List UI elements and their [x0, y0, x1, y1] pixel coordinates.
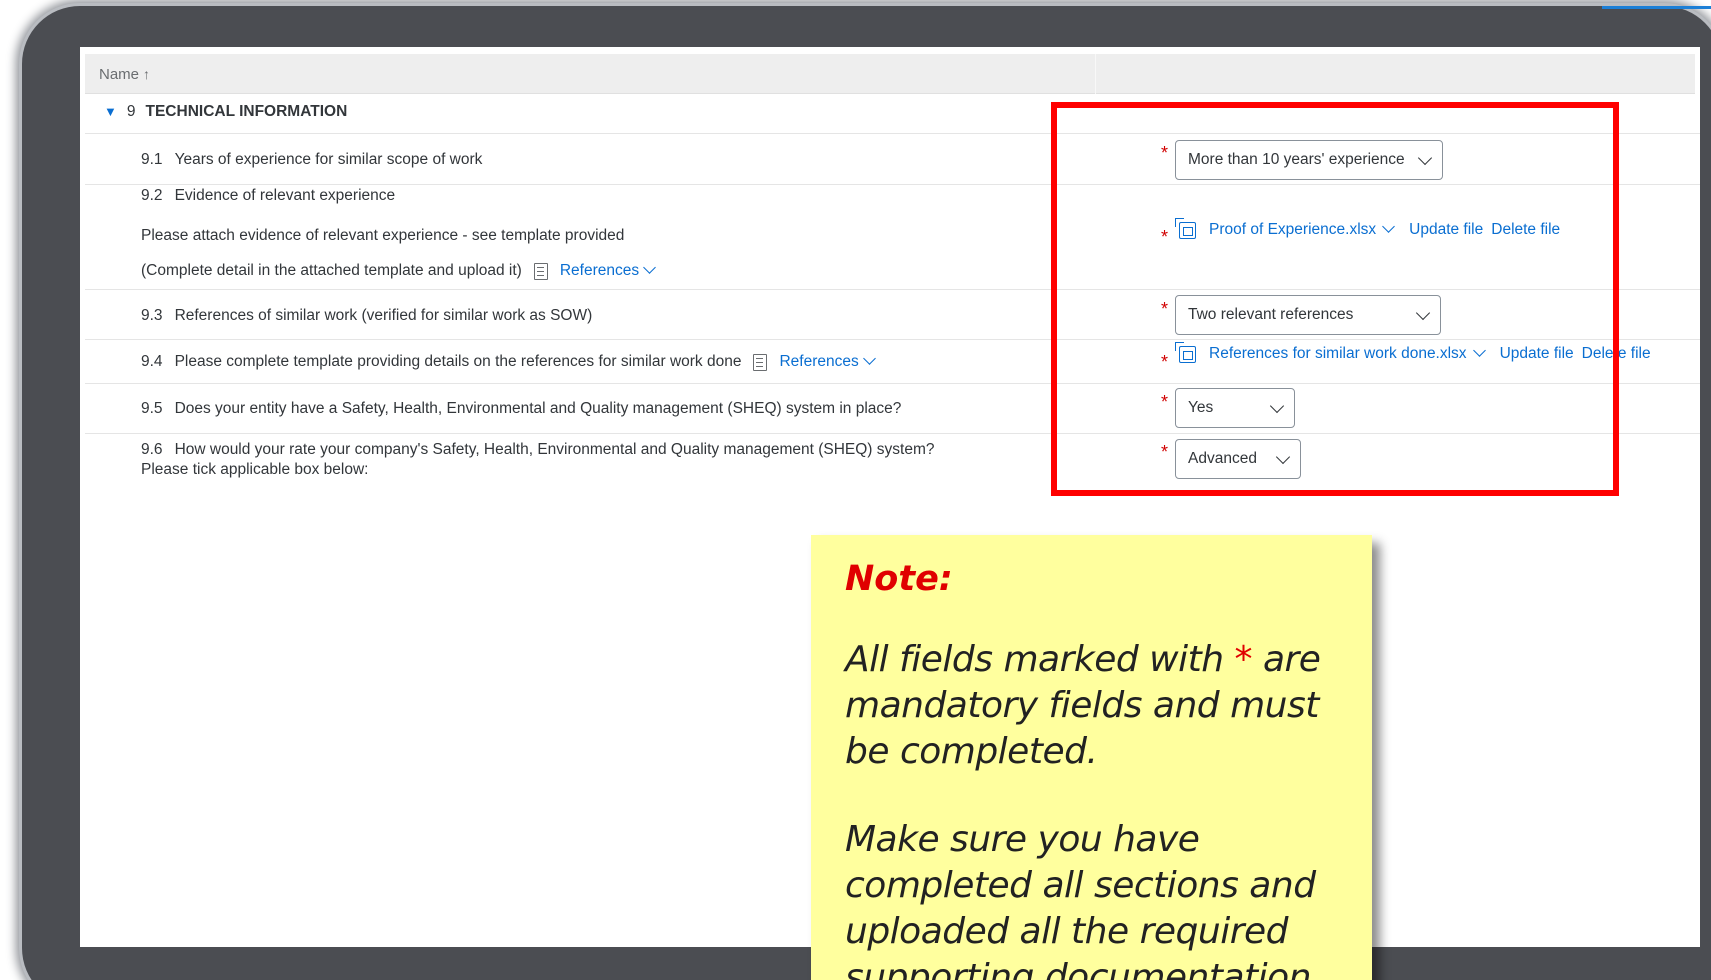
chevron-down-icon — [643, 261, 656, 274]
document-icon[interactable] — [753, 353, 768, 371]
document-icon[interactable] — [533, 262, 548, 280]
question-text: Please complete template providing detai… — [174, 353, 742, 370]
question-text: Evidence of relevant experience — [174, 187, 396, 204]
question-text: References of similar work (verified for… — [174, 307, 593, 324]
sticky-note: Note: All fields marked with * are manda… — [811, 535, 1372, 980]
references-label: References — [559, 262, 640, 279]
question-9-2-template-row: (Complete detail in the attached templat… — [141, 261, 656, 280]
question-9-4: 9.4 Please complete template providing de… — [141, 352, 876, 371]
question-9-2: 9.2 Evidence of relevant experience — [141, 187, 395, 205]
question-number: 9.4 — [141, 353, 163, 370]
question-9-3: 9.3 References of similar work (verified … — [141, 307, 592, 325]
note-completion-text: Make sure you have completed all section… — [845, 819, 1322, 980]
section-label: TECHNICAL INFORMATION — [145, 103, 348, 120]
chevron-down-icon — [862, 352, 876, 365]
question-9-6-instruction: Please tick applicable box below: — [141, 461, 369, 478]
references-label: References — [779, 353, 859, 370]
question-number: 9.2 — [141, 187, 163, 204]
question-number: 9.3 — [141, 307, 163, 324]
collapse-triangle-icon[interactable]: ▼ — [104, 104, 117, 119]
references-link[interactable]: References — [779, 352, 876, 371]
question-9-5: 9.5 Does your entity have a Safety, Healt… — [141, 400, 901, 418]
template-note: (Complete detail in the attached templat… — [141, 262, 522, 279]
column-header-label: Name — [99, 66, 140, 83]
question-9-6: 9.6 How would your rate your company's Sa… — [141, 441, 935, 459]
corner-accent — [1602, 6, 1711, 9]
column-divider — [1095, 54, 1096, 94]
note-mandatory-text: All fields marked with * are mandatory f… — [845, 637, 1338, 775]
references-link[interactable]: References — [559, 261, 656, 280]
section-title[interactable]: ▼ 9 TECHNICAL INFORMATION — [104, 103, 347, 121]
question-number: 9.1 — [141, 151, 163, 168]
note-text-part: All fields marked with — [845, 639, 1235, 680]
note-title: Note: — [845, 559, 953, 599]
column-header-name[interactable]: Name ↑ — [99, 66, 150, 83]
question-9-2-instruction: Please attach evidence of relevant exper… — [141, 227, 625, 244]
question-number: 9.5 — [141, 400, 163, 417]
table-header: Name ↑ — [85, 54, 1695, 94]
question-text: Does your entity have a Safety, Health, … — [174, 400, 902, 417]
question-9-1: 9.1 Years of experience for similar scope… — [141, 151, 482, 169]
highlight-box — [1051, 102, 1619, 496]
question-text: Years of experience for similar scope of… — [174, 151, 483, 168]
question-text: How would your rate your company's Safet… — [174, 441, 935, 458]
sort-ascending-icon[interactable]: ↑ — [143, 66, 150, 82]
question-number: 9.6 — [141, 441, 163, 458]
section-number: 9 — [126, 103, 136, 120]
note-required-star: * — [1234, 639, 1253, 680]
